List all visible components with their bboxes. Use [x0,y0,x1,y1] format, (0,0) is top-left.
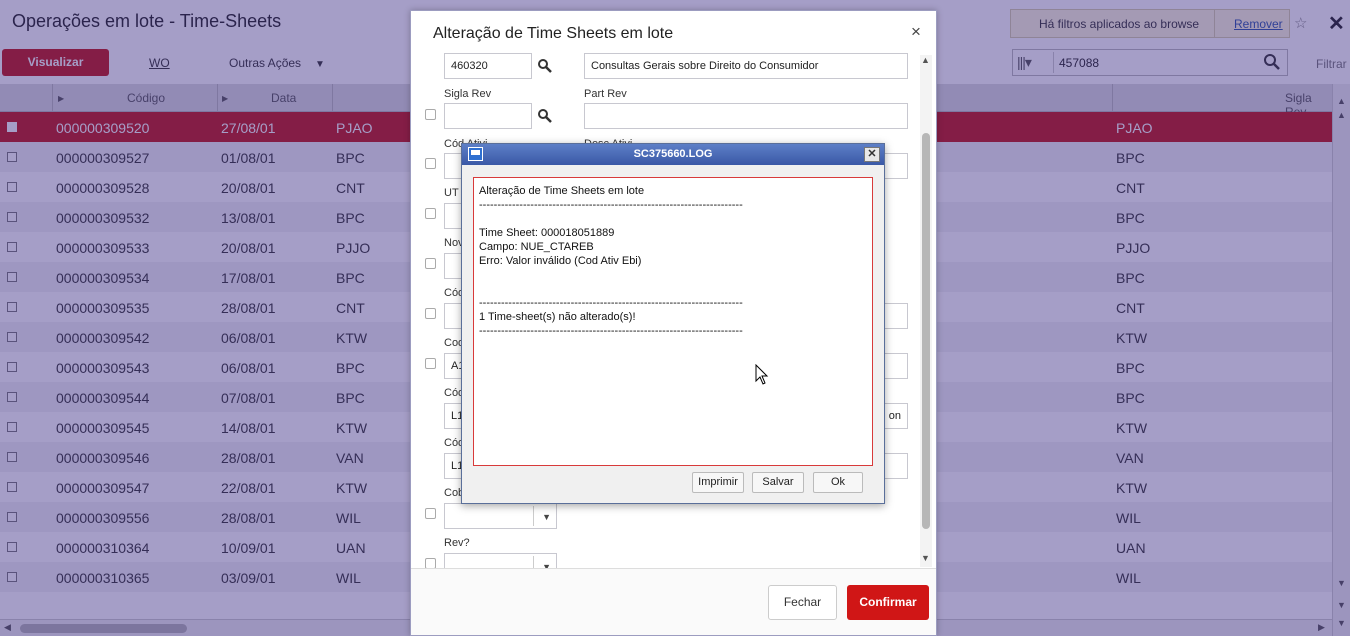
scroll-up-icon[interactable]: ▲ [921,55,930,65]
fechar-button[interactable]: Fechar [768,585,837,620]
modal-scrollbar[interactable]: ▲ ▼ [920,55,932,567]
cobrar-checkbox[interactable] [425,508,436,519]
log-line: 1 Time-sheet(s) não alterado(s)! [479,311,636,323]
scroll-down-icon[interactable]: ▼ [921,553,930,563]
confirmar-button[interactable]: Confirmar [847,585,929,620]
sigla-rev-label: Sigla Rev [444,88,492,100]
sigla-rev-checkbox[interactable] [425,109,436,120]
log-line: ----------------------------------------… [479,325,743,337]
sigla-rev-field[interactable] [444,103,532,129]
novo-checkbox[interactable] [425,258,436,269]
close-icon[interactable]: ✕ [864,147,880,162]
revisar-label: Rev? [444,537,470,549]
log-line: ----------------------------------------… [479,199,743,211]
modal-footer: Fechar Confirmar [411,568,936,635]
log-titlebar[interactable]: SC375660.LOG ✕ [462,144,884,165]
chevron-down-icon[interactable]: ▼ [542,512,551,522]
ut-checkbox[interactable] [425,208,436,219]
modal-title: Alteração de Time Sheets em lote [433,25,674,42]
part-rev-label: Part Rev [584,88,627,100]
part-rev-field[interactable] [584,103,908,129]
log-line: Alteração de Time Sheets em lote [479,185,645,197]
cod-2-checkbox[interactable] [425,358,436,369]
modal-scroll-thumb[interactable] [922,133,930,529]
search-icon[interactable] [537,58,553,79]
cobrar-select[interactable]: ▼ [444,503,557,529]
app-window: Operações em lote - Time-Sheets Há filtr… [0,0,1350,636]
cod-ativ-checkbox[interactable] [425,158,436,169]
log-line: Erro: Valor inválido (Cod Ativ Ebi) [479,255,642,267]
log-text-area[interactable]: Alteração de Time Sheets em lote --------… [473,177,873,466]
descricao-field[interactable]: Consultas Gerais sobre Direito do Consum… [584,53,908,79]
cod-1-checkbox[interactable] [425,308,436,319]
modal-close-icon[interactable]: × [911,22,921,42]
log-line: ----------------------------------------… [479,297,743,309]
combo-separator [533,506,534,526]
ok-button[interactable]: Ok [813,472,863,493]
mouse-cursor-icon [755,363,769,391]
log-line: Time Sheet: 000018051889 [479,227,615,239]
window-app-icon [468,147,483,161]
salvar-button[interactable]: Salvar [752,472,804,493]
search-icon[interactable] [537,108,553,129]
codigo-field[interactable]: 460320 [444,53,532,79]
log-title: SC375660.LOG [633,148,713,160]
log-line: Campo: NUE_CTAREB [479,241,594,253]
imprimir-button[interactable]: Imprimir [692,472,744,493]
log-dialog: SC375660.LOG ✕ Alteração de Time Sheets … [461,143,885,504]
